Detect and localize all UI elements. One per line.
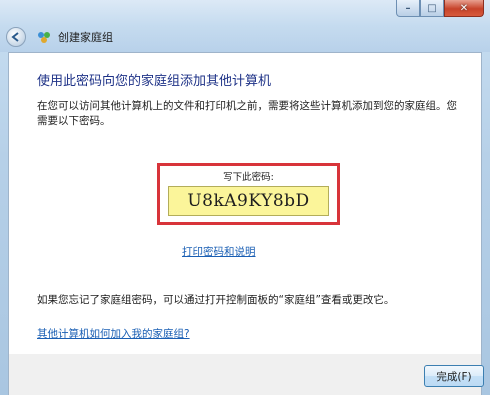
maximize-icon: □ [427, 2, 437, 14]
back-button[interactable] [6, 27, 26, 47]
title-bar: – □ ✕ 创建家庭组 [0, 0, 490, 52]
finish-button[interactable]: 完成(F) [424, 365, 484, 387]
password-display: U8kA9KY8bD [168, 186, 329, 216]
caption-buttons: – □ ✕ [396, 0, 484, 18]
dialog-window: – □ ✕ 创建家庭组 使用此密码向您的家庭组添加其他计算机 在您可以访问其他计… [0, 0, 490, 395]
homegroup-icon [38, 32, 50, 43]
minimize-icon: – [405, 2, 411, 14]
close-icon: ✕ [459, 2, 469, 14]
minimize-button[interactable]: – [396, 0, 420, 17]
print-password-link[interactable]: 打印密码和说明 [182, 244, 256, 259]
navigation-row: 创建家庭组 [6, 26, 113, 48]
content-pane: 使用此密码向您的家庭组添加其他计算机 在您可以访问其他计算机上的文件和打印机之前… [8, 52, 482, 354]
page-heading: 使用此密码向您的家庭组添加其他计算机 [37, 74, 272, 89]
window-title: 创建家庭组 [58, 31, 113, 44]
password-highlight-frame: 写下此密码: U8kA9KY8bD [157, 163, 340, 225]
footer-bar [8, 354, 482, 395]
forgot-password-text: 如果您忘记了家庭组密码，可以通过打开控制面板的“家庭组”查看或更改它。 [37, 294, 395, 306]
description-text: 在您可以访问其他计算机上的文件和打印机之前，需要将这些计算机添加到您的家庭组。您… [37, 100, 457, 127]
password-label: 写下此密码: [223, 172, 274, 183]
join-homegroup-help-link[interactable]: 其他计算机如何加入我的家庭组? [37, 326, 190, 341]
close-button[interactable]: ✕ [444, 0, 484, 17]
maximize-button[interactable]: □ [420, 0, 444, 17]
back-arrow-icon [11, 32, 19, 42]
